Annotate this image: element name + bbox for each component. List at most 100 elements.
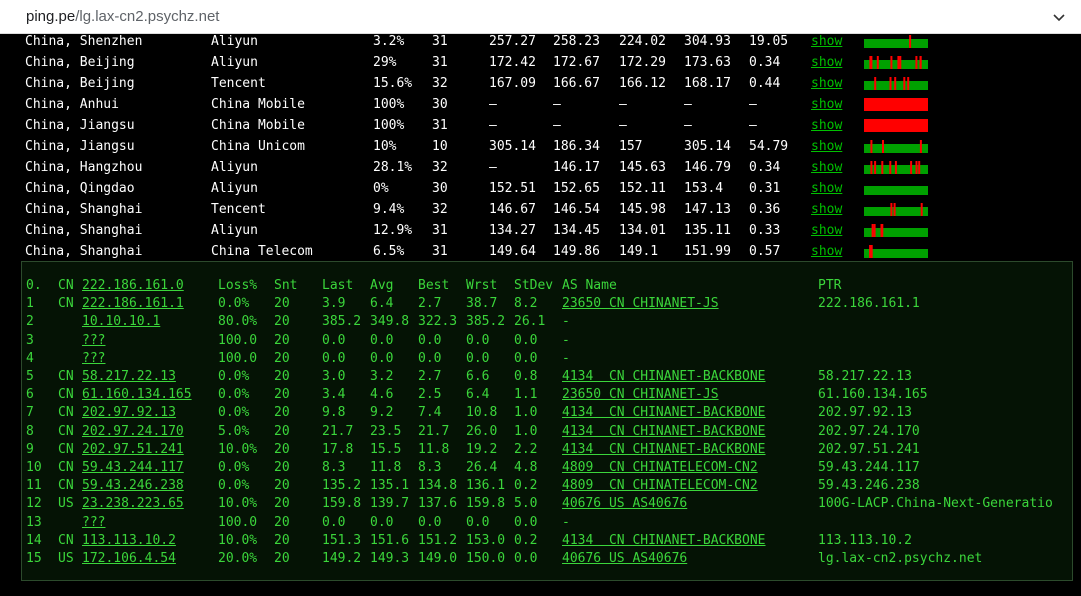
as-name-link[interactable]: 40676 US AS40676	[562, 550, 687, 568]
node-sent: 30	[432, 181, 448, 196]
node-row: China, Anhui China Mobile 100% 30 – – – – – show	[0, 94, 1081, 115]
node-isp: Aliyun	[211, 223, 258, 238]
mtr-snt: 20	[274, 350, 290, 366]
mtr-as: -	[562, 514, 570, 530]
node-worst: 153.4	[684, 181, 724, 196]
as-name-link[interactable]: 23650 CN CHINANET-JS	[562, 386, 719, 404]
node-best: 134.01	[619, 223, 666, 238]
browser-address-bar[interactable]: ping.pe/lg.lax-cn2.psychz.net	[0, 0, 1081, 34]
mtr-stdev: 0.0	[514, 350, 538, 366]
as-name-link[interactable]: 4134 CN CHINANET-BACKBONE	[562, 368, 766, 386]
mtr-avg: 23.5	[370, 423, 402, 439]
show-link[interactable]: show	[811, 220, 842, 241]
as-name-link[interactable]: 4809 CN CHINATELECOM-CN2	[562, 459, 758, 477]
hop-host-link[interactable]: 202.97.51.241	[82, 441, 184, 459]
mtr-last: 0.0	[322, 332, 346, 348]
as-name-link[interactable]: 4134 CN CHINANET-BACKBONE	[562, 532, 766, 550]
mtr-stdev: 26.1	[514, 314, 546, 330]
node-worst: 168.17	[684, 76, 731, 91]
hop-host-link[interactable]: ???	[82, 350, 105, 368]
hop-host-link[interactable]: 59.43.244.117	[82, 459, 184, 477]
node-sent: 32	[432, 76, 448, 91]
mtr-snt: 20	[274, 514, 290, 530]
show-link[interactable]: show	[811, 115, 842, 136]
mtr-last: 0.0	[322, 514, 346, 530]
as-name-link[interactable]: 4134 CN CHINANET-BACKBONE	[562, 423, 766, 441]
as-name-link[interactable]: 4809 CN CHINATELECOM-CN2	[562, 477, 758, 495]
loss-bar-graph	[864, 245, 928, 258]
hop-host-link[interactable]: 222.186.161.1	[82, 295, 184, 313]
mtr-last: 3.0	[322, 369, 346, 384]
hop-host-link[interactable]: 10.10.10.1	[82, 313, 160, 331]
mtr-ptr: 202.97.24.170	[818, 423, 920, 439]
mtr-hop: 3	[26, 332, 34, 348]
mtr-loss: 0.0%	[218, 405, 250, 421]
mtr-cc: CN	[58, 369, 74, 384]
show-link[interactable]: show	[811, 34, 842, 52]
as-name-link[interactable]: 23650 CN CHINANET-JS	[562, 295, 719, 313]
hop-host-link[interactable]: 222.186.161.0	[82, 277, 184, 295]
mtr-wrst: 19.2	[466, 441, 498, 457]
node-worst: 135.11	[684, 223, 731, 238]
mtr-wrst: 153.0	[466, 532, 506, 548]
mtr-snt: Snt	[274, 278, 298, 293]
show-link[interactable]: show	[811, 157, 842, 178]
as-name-link[interactable]: 40676 US AS40676	[562, 495, 687, 513]
mtr-wrst: Wrst	[466, 278, 498, 293]
hop-host-link[interactable]: 23.238.223.65	[82, 495, 184, 513]
hop-host-link[interactable]: ???	[82, 332, 105, 350]
chevron-down-icon[interactable]	[1051, 9, 1067, 25]
hop-host-link[interactable]: 59.43.246.238	[82, 477, 184, 495]
hop-host-link[interactable]: 58.217.22.13	[82, 368, 176, 386]
mtr-loss: 10.0%	[218, 496, 258, 512]
mtr-best: 7.4	[418, 405, 442, 421]
mtr-snt: 20	[274, 296, 290, 312]
mtr-avg: 9.2	[370, 405, 394, 421]
show-link[interactable]: show	[811, 73, 842, 94]
node-sent: 31	[432, 244, 448, 259]
node-isp: Aliyun	[211, 55, 258, 70]
hop-host-link[interactable]: 202.97.92.13	[82, 404, 176, 422]
as-name-link[interactable]: 4134 CN CHINANET-BACKBONE	[562, 404, 766, 422]
hop-host-link[interactable]: 113.113.10.2	[82, 532, 176, 550]
node-last: –	[489, 97, 497, 112]
node-worst: 305.14	[684, 139, 731, 154]
hop-host-link[interactable]: 172.106.4.54	[82, 550, 176, 568]
mtr-wrst: 26.4	[466, 460, 498, 475]
node-worst: –	[684, 97, 692, 112]
mtr-stdev: 1.0	[514, 405, 538, 421]
show-link[interactable]: show	[811, 94, 842, 115]
node-worst: 304.93	[684, 34, 731, 49]
url-text[interactable]: ping.pe/lg.lax-cn2.psychz.net	[26, 8, 219, 25]
show-link[interactable]: show	[811, 241, 842, 260]
node-loss: 9.4%	[373, 202, 405, 217]
mtr-hop-row: 13??? 100.0 20 0.0 0.0 0.0 0.0 0.0 -	[22, 514, 1072, 532]
node-loss: 0%	[373, 181, 389, 196]
mtr-loss: 0.0%	[218, 296, 250, 312]
mtr-cc: CN	[58, 405, 74, 421]
hop-host-link[interactable]: 61.160.134.165	[82, 386, 192, 404]
node-sent: 31	[432, 118, 448, 133]
mtr-avg: 0.0	[370, 332, 394, 348]
node-stdev: –	[749, 118, 757, 133]
mtr-avg: 4.6	[370, 387, 394, 403]
node-stdev: 0.36	[749, 202, 781, 217]
mtr-loss: 0.0%	[218, 369, 250, 384]
show-link[interactable]: show	[811, 178, 842, 199]
hop-host-link[interactable]: ???	[82, 514, 105, 532]
mtr-wrst: 159.8	[466, 496, 506, 512]
node-isp: Aliyun	[211, 181, 258, 196]
mtr-hop: 8	[26, 423, 34, 439]
mtr-ptr: 202.97.51.241	[818, 441, 920, 457]
node-row: China, Jiangsu China Unicom 10% 10 305.14 186…	[0, 136, 1081, 157]
show-link[interactable]: show	[811, 52, 842, 73]
node-row: China, Shanghai China Telecom 6.5% 31 149.64…	[0, 241, 1081, 260]
node-sent: 31	[432, 34, 448, 49]
show-link[interactable]: show	[811, 199, 842, 220]
node-loss: 10%	[373, 139, 397, 154]
hop-host-link[interactable]: 202.97.24.170	[82, 423, 184, 441]
as-name-link[interactable]: 4134 CN CHINANET-BACKBONE	[562, 441, 766, 459]
node-location: China, Anhui	[25, 97, 119, 112]
mtr-hop: 0.	[26, 278, 42, 293]
show-link[interactable]: show	[811, 136, 842, 157]
